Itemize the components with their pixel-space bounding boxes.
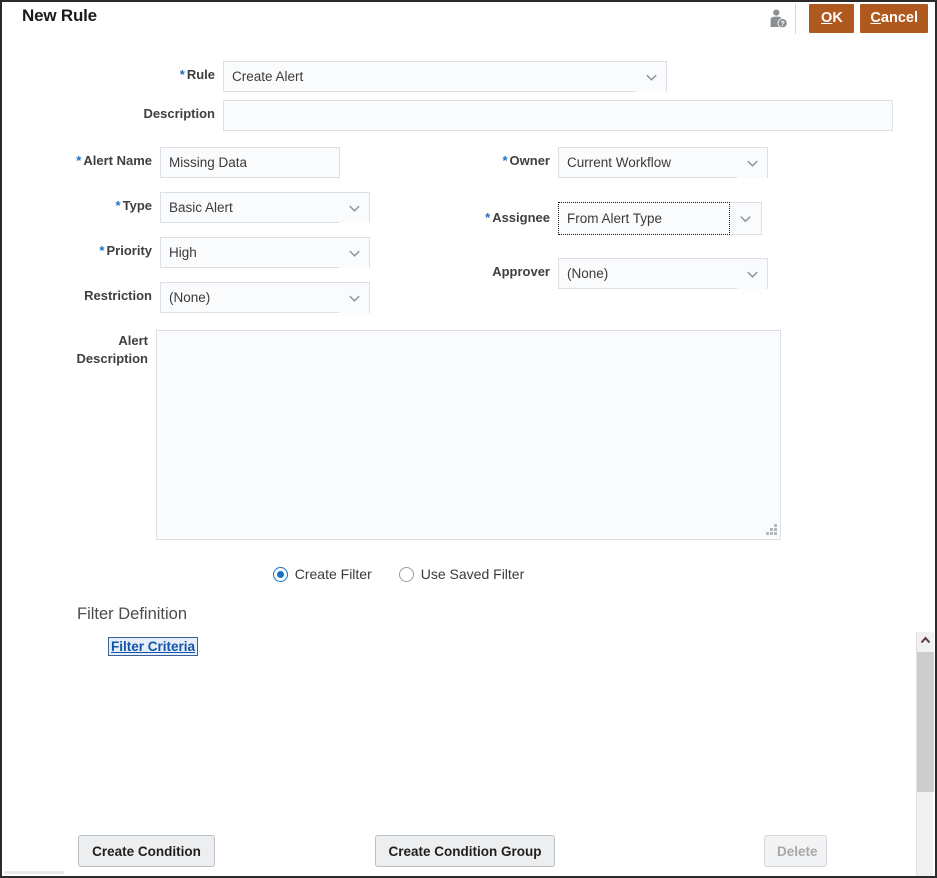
chevron-down-icon	[347, 290, 362, 305]
approver-select[interactable]: (None)	[558, 258, 768, 289]
priority-label: *Priority	[42, 237, 152, 259]
scroll-up-arrow-icon[interactable]	[917, 632, 934, 649]
alert-description-label-line2: Description	[2, 350, 148, 368]
rule-required-marker: *	[180, 67, 185, 82]
cancel-accesskey: C	[870, 10, 880, 26]
owner-value: Current Workflow	[567, 155, 671, 170]
owner-row: *Owner Current Workflow	[460, 147, 880, 178]
radio-create-filter-label: Create Filter	[295, 566, 372, 582]
description-row: Description	[2, 100, 935, 131]
type-value: Basic Alert	[169, 200, 233, 215]
horizontal-scroll-stub	[4, 871, 64, 874]
assignee-dropdown-button[interactable]	[730, 202, 762, 235]
chevron-down-icon	[738, 211, 753, 226]
scrollbar-thumb[interactable]	[917, 652, 934, 792]
chevron-down-icon	[644, 69, 659, 84]
radio-use-saved-filter-label: Use Saved Filter	[421, 566, 524, 582]
type-select[interactable]: Basic Alert	[160, 192, 370, 223]
delete-button: Delete	[764, 835, 827, 867]
filter-definition-heading: Filter Definition	[2, 605, 935, 624]
approver-label: Approver	[460, 258, 550, 280]
priority-required-marker: *	[99, 243, 104, 258]
type-label: *Type	[42, 192, 152, 214]
assignee-value: From Alert Type	[567, 211, 662, 226]
restriction-row: Restriction (None)	[42, 282, 422, 313]
assignee-input[interactable]: From Alert Type	[558, 202, 730, 235]
description-label: Description	[35, 100, 215, 122]
alert-description-textarea[interactable]	[156, 330, 781, 540]
type-row: *Type Basic Alert	[42, 192, 422, 223]
alert-name-required-marker: *	[76, 153, 81, 168]
ok-label-rest: K	[832, 10, 842, 26]
filter-mode-radio-group: Create Filter Use Saved Filter	[2, 566, 795, 582]
left-column: *Alert Name Missing Data *Type Basic Ale…	[2, 147, 422, 321]
radio-use-saved-filter-indicator	[399, 567, 414, 582]
svg-text:?: ?	[781, 21, 785, 28]
resize-grip-icon[interactable]	[765, 524, 777, 536]
chevron-down-icon	[347, 245, 362, 260]
owner-select[interactable]: Current Workflow	[558, 147, 768, 178]
restriction-label: Restriction	[42, 282, 152, 304]
alert-name-row: *Alert Name Missing Data	[42, 147, 422, 178]
radio-create-filter-indicator	[273, 567, 288, 582]
rule-value: Create Alert	[232, 69, 303, 84]
restriction-value: (None)	[169, 290, 210, 305]
approver-row: Approver (None)	[460, 258, 880, 289]
bottom-button-bar: Create Condition Create Condition Group …	[2, 832, 935, 876]
approver-value: (None)	[567, 266, 608, 281]
alert-description-label: Alert Description	[2, 330, 148, 368]
radio-use-saved-filter[interactable]: Use Saved Filter	[399, 566, 524, 582]
assignee-label: *Assignee	[460, 202, 550, 226]
assignee-row: *Assignee From Alert Type	[460, 202, 880, 235]
alert-name-label-text: Alert Name	[83, 153, 152, 168]
description-input[interactable]	[223, 100, 893, 131]
filter-criteria-wrap: Filter Criteria	[2, 637, 935, 656]
assignee-label-text: Assignee	[492, 210, 550, 225]
restriction-select[interactable]: (None)	[160, 282, 370, 313]
form-area: *Rule Create Alert Description *Alert Na…	[2, 35, 935, 656]
chevron-down-icon	[745, 155, 760, 170]
priority-label-text: Priority	[106, 243, 152, 258]
alert-description-row: Alert Description	[2, 330, 935, 540]
owner-required-marker: *	[502, 153, 507, 168]
owner-label: *Owner	[460, 147, 550, 169]
priority-row: *Priority High	[42, 237, 422, 268]
alert-name-input[interactable]: Missing Data	[160, 147, 340, 178]
chevron-down-icon	[347, 200, 362, 215]
alert-name-value: Missing Data	[169, 155, 247, 170]
cancel-label-rest: ancel	[881, 10, 918, 26]
radio-create-filter[interactable]: Create Filter	[273, 566, 372, 582]
priority-select[interactable]: High	[160, 237, 370, 268]
alert-description-label-line1: Alert	[2, 332, 148, 350]
person-help-icon[interactable]: ?	[765, 6, 791, 32]
create-condition-button[interactable]: Create Condition	[78, 835, 215, 867]
alert-name-label: *Alert Name	[42, 147, 152, 169]
owner-label-text: Owner	[510, 153, 550, 168]
assignee-combo: From Alert Type	[558, 202, 762, 235]
type-required-marker: *	[116, 198, 121, 213]
ok-button[interactable]: OK	[809, 4, 854, 33]
rule-label: *Rule	[147, 61, 215, 83]
ok-accesskey: O	[821, 10, 832, 26]
header-actions: ? OK Cancel	[765, 2, 928, 35]
create-condition-group-button[interactable]: Create Condition Group	[375, 835, 555, 867]
new-rule-dialog: New Rule ? OK Cancel *Rule	[0, 0, 937, 878]
dialog-header: New Rule ? OK Cancel	[2, 2, 935, 35]
rule-select[interactable]: Create Alert	[223, 61, 667, 92]
filter-criteria-link[interactable]: Filter Criteria	[108, 637, 198, 656]
page-title: New Rule	[22, 6, 97, 26]
cancel-button[interactable]: Cancel	[860, 4, 928, 33]
header-divider	[795, 4, 796, 34]
rule-row: *Rule Create Alert	[2, 61, 935, 92]
rule-label-text: Rule	[187, 67, 215, 82]
assignee-required-marker: *	[485, 210, 490, 225]
chevron-down-icon	[745, 266, 760, 281]
priority-value: High	[169, 245, 197, 260]
two-column-fields: *Alert Name Missing Data *Type Basic Ale…	[2, 147, 935, 322]
right-column: *Owner Current Workflow *Assignee From A…	[460, 147, 880, 297]
type-label-text: Type	[123, 198, 152, 213]
